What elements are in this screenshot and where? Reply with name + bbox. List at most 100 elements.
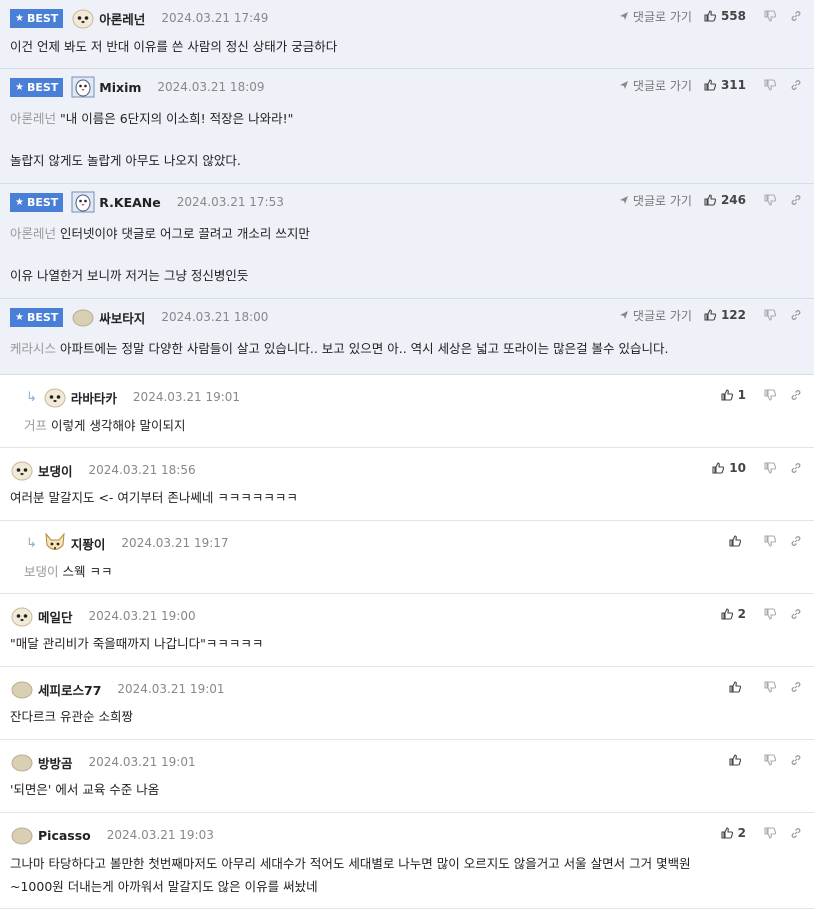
like-button[interactable]: 558 — [704, 9, 746, 23]
comment-date: 2024.03.21 19:01 — [88, 755, 196, 769]
comment-date: 2024.03.21 17:49 — [161, 11, 269, 25]
penguin-icon — [71, 76, 95, 98]
comment-date: 2024.03.21 19:17 — [121, 536, 229, 550]
puppy-icon — [10, 459, 34, 481]
comment-nickname[interactable]: 메일단 — [38, 607, 73, 626]
comment-nickname[interactable]: 세피로스77 — [38, 680, 101, 699]
like-button[interactable]: 2 — [721, 826, 746, 840]
link-icon — [791, 390, 801, 400]
comment-list: ★ BEST 아론레넌 2024.03.21 17:49 댓글로 가기 558 이… — [0, 0, 814, 909]
like-button[interactable]: 122 — [704, 308, 746, 322]
link-button[interactable] — [790, 535, 802, 547]
dislike-button[interactable] — [764, 827, 776, 839]
link-button[interactable] — [790, 681, 802, 693]
comment-nickname[interactable]: 방방곰 — [38, 753, 73, 772]
thumbs-up-icon — [704, 194, 716, 206]
comment-text: 그나마 타당하다고 볼만한 첫번째마저도 아무리 세대수가 적어도 세대별로 나… — [10, 856, 691, 871]
comment-nickname[interactable]: 아론레넌 — [99, 9, 145, 28]
best-badge: ★ BEST — [10, 307, 64, 327]
puppy-icon — [10, 605, 34, 627]
comment-nickname[interactable]: R.KEANe — [99, 195, 160, 210]
dislike-button[interactable] — [764, 79, 776, 91]
blob-icon — [10, 678, 34, 700]
link-button[interactable] — [790, 194, 802, 206]
thumbs-up-icon — [729, 754, 741, 766]
link-icon — [791, 755, 801, 765]
link-button[interactable] — [790, 389, 802, 401]
link-button[interactable] — [790, 462, 802, 474]
comment-item: Picasso 2024.03.21 19:03 2 그나마 타당하다고 볼만한… — [0, 813, 814, 909]
goto-comment-link[interactable]: 댓글로 가기 — [619, 307, 692, 324]
like-button[interactable]: 1 — [721, 388, 746, 402]
blob-icon — [10, 751, 34, 773]
like-button[interactable] — [729, 754, 746, 766]
best-badge: ★ BEST — [10, 8, 64, 28]
dislike-button[interactable] — [764, 194, 776, 206]
comment-text: 이유 나열한거 보니까 저거는 그냥 정신병인듯 — [10, 268, 249, 283]
link-icon — [791, 195, 801, 205]
dislike-button[interactable] — [764, 681, 776, 693]
goto-comment-link[interactable]: 댓글로 가기 — [619, 77, 692, 94]
link-icon — [791, 536, 801, 546]
comment-reply-item: ↳ 지퐝이 2024.03.21 19:17 보댕이 스웩 ㅋㅋ — [0, 521, 814, 594]
thumbs-up-icon — [704, 79, 716, 91]
dislike-button[interactable] — [764, 754, 776, 766]
mention-tag[interactable]: 보댕이 — [24, 564, 59, 579]
comment-text — [10, 244, 804, 265]
like-button[interactable] — [729, 681, 746, 693]
link-button[interactable] — [790, 309, 802, 321]
star-icon: ★ — [15, 196, 24, 208]
link-icon — [791, 682, 801, 692]
link-button[interactable] — [790, 827, 802, 839]
dislike-button[interactable] — [764, 309, 776, 321]
comment-date: 2024.03.21 17:53 — [176, 195, 284, 209]
comment-date: 2024.03.21 18:56 — [88, 463, 196, 477]
dislike-button[interactable] — [764, 608, 776, 620]
thumbs-up-icon — [729, 535, 741, 547]
link-button[interactable] — [790, 754, 802, 766]
reply-arrow-icon: ↳ — [26, 535, 37, 551]
comment-text: ~1000원 더내는게 아까워서 말갈지도 않은 이유를 써놨네 — [10, 879, 318, 894]
comment-nickname[interactable]: Mixim — [99, 80, 141, 95]
comment-item: ★ BEST 싸보타지 2024.03.21 18:00 댓글로 가기 122 케… — [0, 299, 814, 375]
comment-text — [10, 129, 804, 150]
like-button[interactable]: 2 — [721, 607, 746, 621]
link-icon — [791, 828, 801, 838]
link-button[interactable] — [790, 10, 802, 22]
comment-nickname[interactable]: Picasso — [38, 828, 91, 843]
comment-reply-item: ↳ 라바타카 2024.03.21 19:01 1 거프 이렇게 생각해야 말이되… — [0, 375, 814, 448]
link-button[interactable] — [790, 79, 802, 91]
dislike-button[interactable] — [764, 10, 776, 22]
link-button[interactable] — [790, 608, 802, 620]
like-button[interactable] — [729, 535, 746, 547]
comment-text: '되면은' 에서 교육 수준 나옴 — [10, 782, 160, 797]
comment-item: ★ BEST R.KEANe 2024.03.21 17:53 댓글로 가기 24… — [0, 184, 814, 299]
comment-text: 스웩 ㅋㅋ — [62, 564, 113, 579]
link-icon — [791, 11, 801, 21]
like-button[interactable]: 10 — [712, 461, 746, 475]
goto-comment-link[interactable]: 댓글로 가기 — [619, 192, 692, 209]
goto-comment-link[interactable]: 댓글로 가기 — [619, 8, 692, 25]
comment-nickname[interactable]: 지퐝이 — [71, 534, 106, 553]
thumbs-down-icon — [764, 608, 776, 620]
mention-tag[interactable]: 아론레넌 — [10, 111, 56, 126]
mention-tag[interactable]: 아론레넌 — [10, 226, 56, 241]
mention-tag[interactable]: 거프 — [24, 418, 47, 433]
comment-nickname[interactable]: 싸보타지 — [99, 308, 145, 327]
mention-tag[interactable]: 케라시스 — [10, 341, 56, 356]
comment-nickname[interactable]: 보댕이 — [38, 461, 73, 480]
blob-icon — [71, 306, 95, 328]
link-icon — [791, 80, 801, 90]
comment-nickname[interactable]: 라바타카 — [71, 388, 117, 407]
like-button[interactable]: 311 — [704, 78, 746, 92]
thumbs-up-icon — [729, 681, 741, 693]
comment-date: 2024.03.21 19:03 — [106, 828, 214, 842]
like-button[interactable]: 246 — [704, 193, 746, 207]
dislike-button[interactable] — [764, 535, 776, 547]
puppy-icon — [71, 7, 95, 29]
dislike-button[interactable] — [764, 462, 776, 474]
comment-item: ★ BEST 아론레넌 2024.03.21 17:49 댓글로 가기 558 이… — [0, 0, 814, 69]
dislike-button[interactable] — [764, 389, 776, 401]
comment-text: 잔다르크 유관순 소희짱 — [10, 709, 133, 724]
thumbs-down-icon — [764, 754, 776, 766]
